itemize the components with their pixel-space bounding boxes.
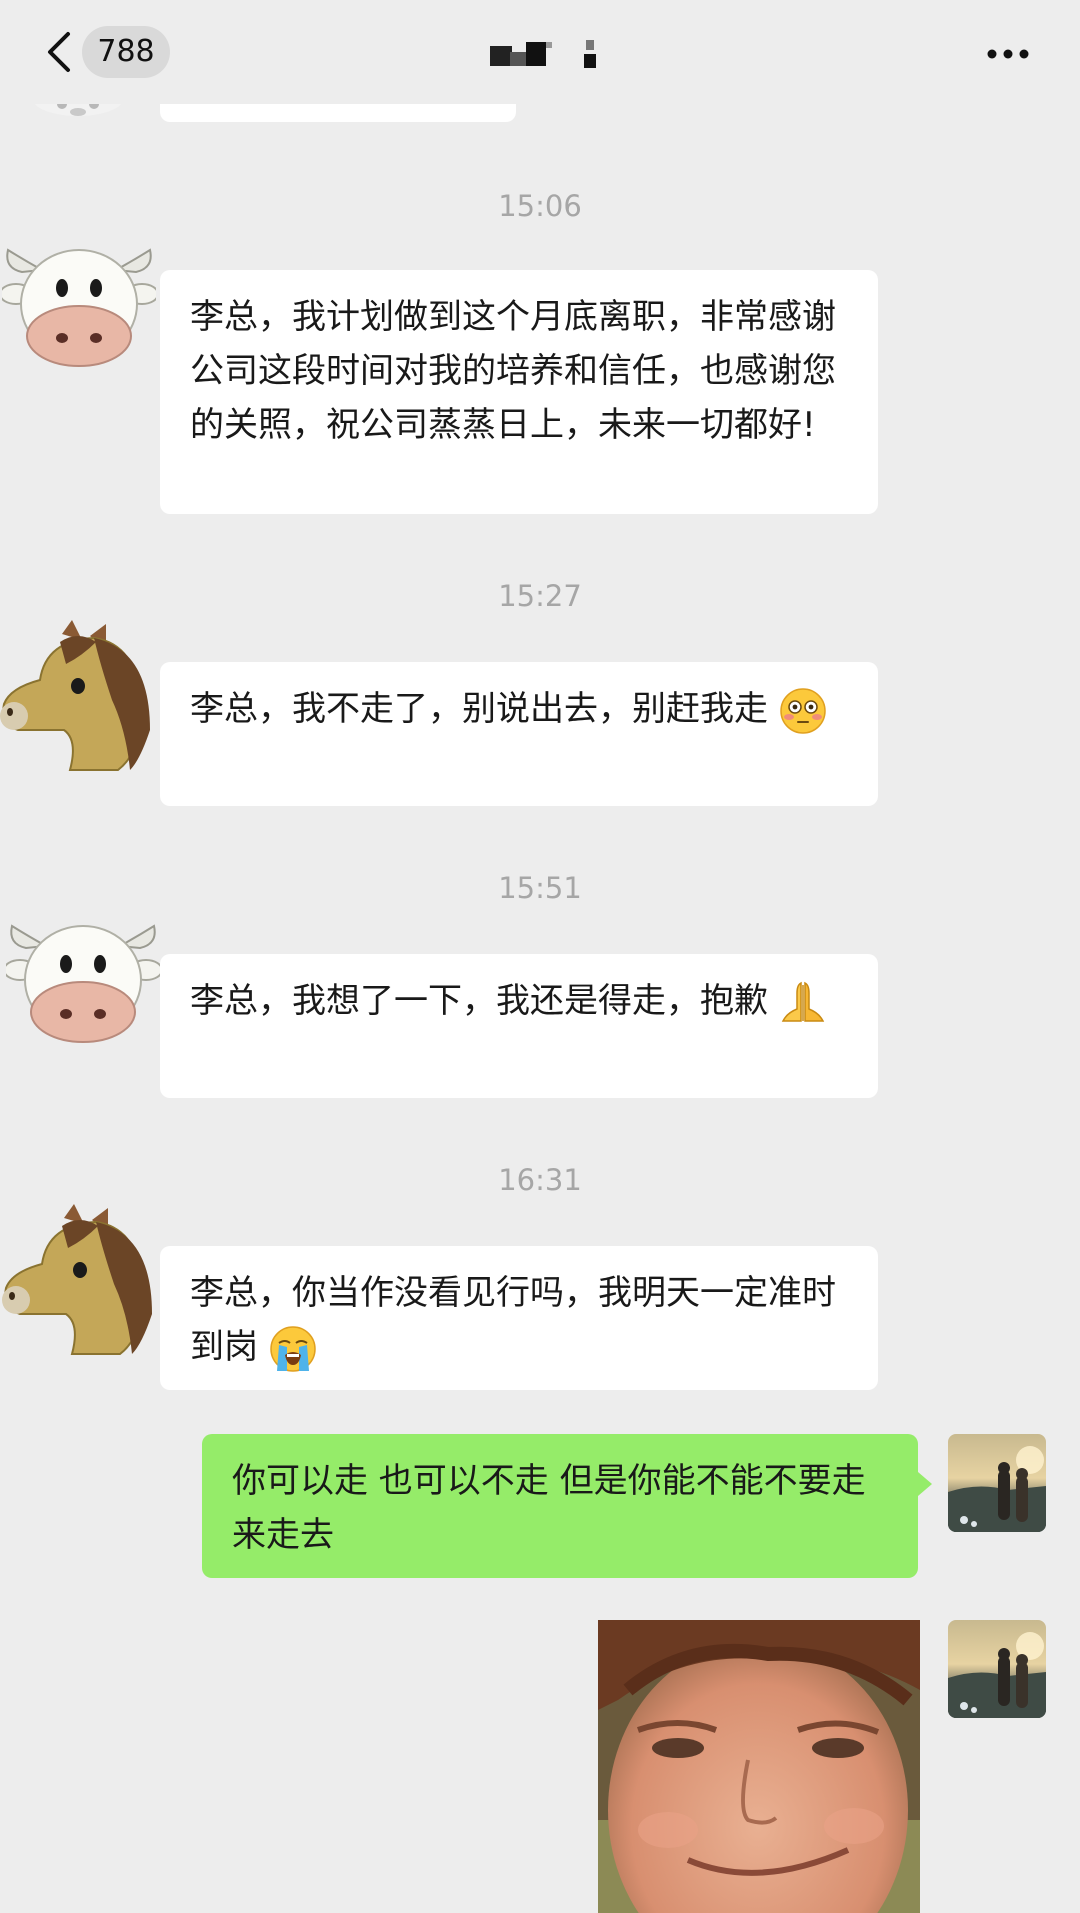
message-bubble[interactable]: 李总，我不走了，别说出去，别赶我走 <box>160 662 878 806</box>
message-text: 李总，我计划做到这个月底离职，非常感谢公司这段时间对我的培养和信任，也感谢您的关… <box>190 297 836 445</box>
folded-hands-icon <box>781 981 825 1022</box>
timestamp: 15:27 <box>498 579 582 613</box>
message-text: 李总，我不走了，别说出去，别赶我走 <box>190 689 768 729</box>
horse-avatar-icon[interactable] <box>2 1204 156 1358</box>
cow-avatar-icon[interactable] <box>6 914 160 1068</box>
timestamp: 16:31 <box>498 1163 582 1197</box>
my-avatar-icon[interactable] <box>948 1620 1046 1718</box>
chat-screen: 788 15:06 李总，我计划做到这个月底离职，非常感谢公司这段时间对我的培养… <box>0 0 1080 1913</box>
message-bubble[interactable]: 李总，我计划做到这个月底离职，非常感谢公司这段时间对我的培养和信任，也感谢您的关… <box>160 270 878 514</box>
cow-avatar-icon[interactable] <box>2 238 156 392</box>
loudly-crying-face-icon <box>270 1325 316 1372</box>
message-bubble[interactable]: 李总，你当作没看见行吗，我明天一定准时到岗 <box>160 1246 878 1390</box>
timestamp: 15:51 <box>498 871 582 905</box>
horse-avatar-icon[interactable] <box>0 620 154 774</box>
chat-header: 788 <box>0 0 1080 104</box>
timestamp: 15:06 <box>498 189 582 223</box>
more-options-icon[interactable] <box>984 40 1032 68</box>
chat-title-redacted <box>490 40 596 68</box>
unread-count-badge[interactable]: 788 <box>82 26 170 78</box>
my-avatar-icon[interactable] <box>948 1434 1046 1532</box>
message-text: 你可以走 也可以不走 但是你能不能不要走来走去 <box>232 1461 866 1555</box>
flushed-face-icon <box>780 687 826 734</box>
back-chevron-icon[interactable] <box>38 28 82 76</box>
message-bubble[interactable]: 李总，我想了一下，我还是得走，抱歉 <box>160 954 878 1098</box>
sent-message-bubble[interactable]: 你可以走 也可以不走 但是你能不能不要走来走去 <box>202 1434 932 1578</box>
message-text: 李总，我想了一下，我还是得走，抱歉 <box>190 981 768 1021</box>
sent-image-meme[interactable] <box>598 1620 920 1913</box>
